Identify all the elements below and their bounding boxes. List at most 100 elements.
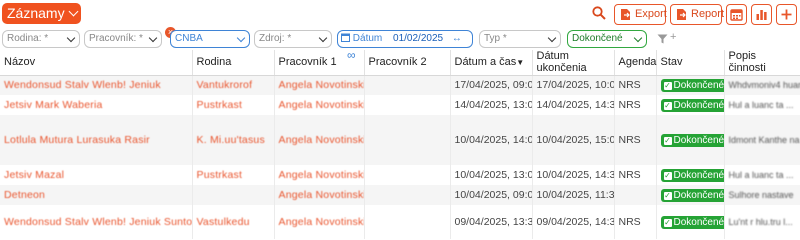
records-table: Názov Rodina Pracovník 1 Pracovník 2 Dát… [0, 50, 800, 239]
column-header-agenda[interactable]: Agenda [614, 50, 657, 76]
chevron-down-icon [148, 33, 158, 43]
sort-desc-icon: ▼ [516, 57, 525, 67]
record-family-link[interactable]: Pustrkast [197, 99, 243, 111]
chevron-down-icon [66, 33, 76, 43]
date-range-label: Dátum [352, 33, 383, 44]
column-header-stav[interactable]: Stav [656, 50, 725, 76]
record-datetime: 17/04/2025, 09:00 [454, 79, 532, 92]
cnba-filter[interactable]: CNBA [170, 30, 250, 48]
status-badge: ✓ Dokončené [660, 133, 723, 147]
record-name-link[interactable]: Wendonsud Stalv Wlenb! Jeniuk Suntol [4, 216, 191, 228]
record-family-link[interactable]: K. Mi.uu'tasus [197, 134, 265, 146]
zdroj-filter[interactable]: Zdroj: * [254, 30, 332, 48]
status-badge: ✓ Dokončené [660, 188, 724, 202]
status-badge: ✓ Dokončené [660, 215, 723, 229]
check-icon: ✓ [663, 80, 672, 90]
record-worker-link[interactable]: Angela Novotinski Ludnik [279, 134, 364, 146]
record-worker-link[interactable]: Angela Novotinski Ludnik [279, 99, 364, 111]
record-name-link[interactable]: Jetsiv Mazal [4, 169, 64, 181]
cnba-filter-value: CNBA [175, 33, 203, 44]
add-filter-icon[interactable] [657, 34, 668, 44]
table-row[interactable]: Jetsiv Mazal Pustrkast Angela Novotinski… [0, 165, 800, 185]
column-header-nazov[interactable]: Názov [0, 50, 193, 76]
table-row[interactable]: Wendonsud Stalv Wlenb! Jeniuk Vantukroro… [0, 75, 800, 95]
page-title: Záznamy [7, 5, 65, 21]
rodina-filter[interactable]: Rodina: * [2, 30, 80, 48]
plus-icon[interactable]: + [670, 31, 676, 43]
table-row[interactable]: Detneon Angela Novotinski Ludnik 10/04/2… [0, 185, 800, 205]
record-agenda: NRS [618, 99, 641, 111]
column-header-label: Stav [660, 56, 683, 69]
typ-filter[interactable]: Typ * [479, 30, 561, 48]
search-icon[interactable] [592, 6, 606, 20]
column-header-label: Popis činnosti [728, 50, 766, 75]
record-end-datetime: 17/04/2025, 10:00 [536, 79, 614, 92]
pracovnik-filter-label: Pracovník: * [89, 33, 143, 44]
view-selector-button[interactable]: Záznamy [2, 3, 81, 24]
record-datetime: 09/04/2025, 13:30 [454, 216, 532, 228]
record-description: Idmont Kanthe na [728, 135, 800, 145]
column-header-label: Názov [4, 56, 36, 69]
bar-chart-icon [756, 10, 767, 20]
check-icon: ✓ [663, 100, 672, 110]
status-badge: ✓ Dokončené [660, 78, 723, 92]
record-end-datetime: 10/04/2025, 11:30 [536, 189, 614, 201]
table-row[interactable]: Wendonsud Stalv Wlenb! Jeniuk Suntol Vas… [0, 205, 800, 239]
record-worker-link[interactable]: Angela Novotinski Ludnik [279, 189, 364, 201]
calendar-button[interactable] [726, 4, 747, 25]
table-body: Wendonsud Stalv Wlenb! Jeniuk Vantukroro… [0, 75, 800, 239]
rodina-filter-label: Rodina: * [7, 33, 49, 44]
export-button[interactable]: Export [614, 4, 667, 25]
column-header-pracovnik-2[interactable]: Pracovník 2 [364, 50, 451, 76]
stav-filter[interactable]: Dokončené [567, 30, 647, 48]
record-agenda: NRS [618, 216, 641, 228]
pracovnik-filter[interactable]: Pracovník: * [84, 30, 162, 48]
add-button[interactable] [776, 4, 797, 25]
check-icon: ✓ [663, 190, 672, 200]
check-icon: ✓ [663, 135, 672, 145]
record-name-link[interactable]: Wendonsud Stalv Wlenb! Jeniuk [4, 79, 161, 91]
column-header-label: Agenda [618, 56, 657, 69]
column-header-label: Dátum ukončenia [536, 50, 587, 75]
status-label: Dokončené [673, 189, 724, 201]
record-name-link[interactable]: Detneon [4, 189, 45, 201]
chart-button[interactable] [751, 4, 772, 25]
column-header-rodina[interactable]: Rodina [192, 50, 275, 76]
column-header-label: Pracovník 1 [278, 56, 337, 69]
export-label: Export [635, 8, 667, 20]
calendar-icon [730, 9, 743, 21]
record-worker-link[interactable]: Angela Novotinski Ludnik [279, 169, 364, 181]
record-worker-link[interactable]: Angela Novotinski Ludnik [279, 79, 364, 91]
record-end-datetime: 10/04/2025, 14:30 [536, 169, 614, 181]
record-end-datetime: 10/04/2025, 15:00 [536, 134, 614, 146]
record-agenda: NRS [618, 79, 641, 92]
status-label: Dokončené [673, 169, 724, 181]
record-end-datetime: 09/04/2025, 14:30 [536, 216, 614, 228]
status-label: Dokončené [673, 99, 724, 111]
record-worker-link[interactable]: Angela Novotinski Ludnik [279, 216, 364, 228]
file-report-icon [677, 9, 686, 20]
column-header-pracovnik-1[interactable]: Pracovník 1 [274, 50, 365, 76]
record-name-link[interactable]: Lotlula Mutura Lurasuka Rasir [4, 134, 150, 146]
record-description: Hul a luanc ta ... [728, 100, 794, 110]
column-header-popis[interactable]: Popis činnosti [724, 50, 800, 76]
column-header-label: Pracovník 2 [368, 56, 427, 69]
table-row[interactable]: Lotlula Mutura Lurasuka Rasir K. Mi.uu't… [0, 115, 800, 165]
report-label: Report [691, 8, 725, 20]
file-export-icon [621, 9, 630, 20]
record-end-datetime: 14/04/2025, 14:30 [536, 99, 614, 111]
record-family-link[interactable]: Pustrkast [197, 169, 243, 181]
record-name-link[interactable]: Jetsiv Mark Waberia [4, 99, 103, 111]
record-datetime: 10/04/2025, 14:00 [454, 134, 532, 146]
date-range-filter[interactable]: Dátum 01/02/2025 ↔ ∞ [337, 30, 473, 62]
table-row[interactable]: Jetsiv Mark Waberia Pustrkast Angela Nov… [0, 95, 800, 115]
column-header-datum[interactable]: Dátum a čas▼ [450, 50, 533, 76]
record-description: Sulhore nastave [728, 190, 794, 200]
chevron-down-icon [547, 33, 557, 43]
record-family-link[interactable]: Vastulkedu [197, 216, 250, 228]
record-description: Whdvmoniv4 huantu... [728, 80, 800, 91]
status-badge: ✓ Dokončené [660, 168, 724, 182]
record-family-link[interactable]: Vantukrorof [197, 79, 253, 91]
report-button[interactable]: Report [670, 4, 725, 25]
column-header-ukoncenie[interactable]: Dátum ukončenia [532, 50, 615, 76]
